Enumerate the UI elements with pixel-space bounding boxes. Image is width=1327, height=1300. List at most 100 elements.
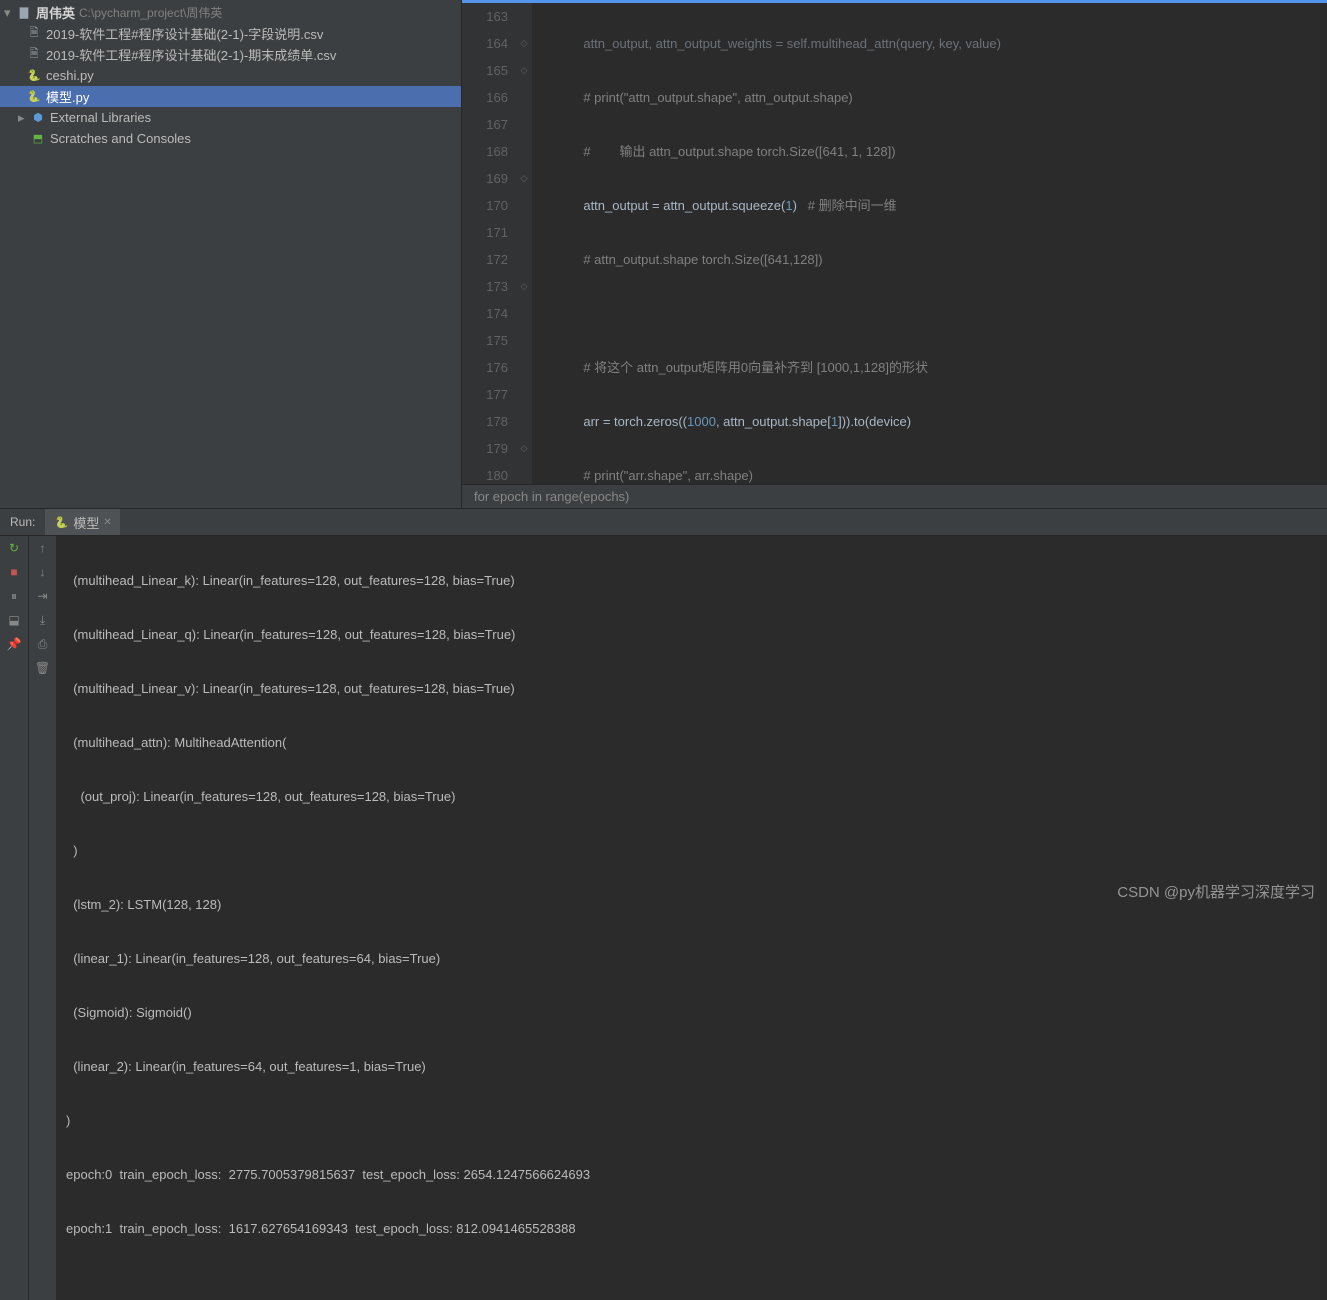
file-label: 2019-软件工程#程序设计基础(2-1)-期末成绩单.csv [46,45,336,64]
console-line: epoch:0 train_epoch_loss: 2775.700537981… [66,1161,1317,1188]
console-line: (Sigmoid): Sigmoid() [66,999,1317,1026]
python-icon: 🐍 [26,68,42,84]
tree-file[interactable]: 🐍 ceshi.py [0,65,461,86]
run-label: Run: [0,515,45,529]
line-no: 174 [470,300,508,327]
gutter[interactable]: 1631641651661671681691701711721731741751… [462,3,516,484]
code-line: # 将这个 attn_output矩阵用0向量补齐到 [1000,1,128]的… [540,354,1327,381]
tree-file[interactable]: 🗎2019-软件工程#程序设计基础(2-1)-期末成绩单.csv [0,44,461,65]
console-line: (multihead_Linear_k): Linear(in_features… [66,567,1317,594]
breadcrumb[interactable]: for epoch in range(epochs) [462,484,1327,508]
code-line: attn_output, attn_output_weights = self.… [540,30,1327,57]
editor: 1631641651661671681691701711721731741751… [462,0,1327,508]
line-no: 164 [470,30,508,57]
fold-marker[interactable]: ◇ [516,30,532,57]
line-no: 180 [470,462,508,484]
close-icon[interactable]: ✕ [103,517,111,528]
run-toolbar-2: ↑ ↓ ⇥ ⤓ ⎙ 🗑 [28,536,56,1300]
code-line: # print("attn_output.shape", attn_output… [540,84,1327,111]
fold-marker[interactable] [516,84,532,111]
console-line: (linear_2): Linear(in_features=64, out_f… [66,1053,1317,1080]
tree-file[interactable]: 🗎2019-软件工程#程序设计基础(2-1)-字段说明.csv [0,23,461,44]
console-line: (linear_1): Linear(in_features=128, out_… [66,945,1317,972]
code-line: # print("arr.shape", arr.shape) [540,462,1327,484]
fold-marker[interactable]: ◇ [516,273,532,300]
root-name: 周伟英 [36,3,75,22]
root-path: C:\pycharm_project\周伟英 [79,4,222,21]
line-no: 165 [470,57,508,84]
fold-marker[interactable] [516,3,532,30]
line-no: 179 [470,435,508,462]
run-toolbar-left: ↻ ■ ⏸ ⬓ 📌 [0,536,28,1300]
fold-marker[interactable] [516,327,532,354]
line-no: 172 [470,246,508,273]
code-line: attn_output = attn_output.squeeze(1) # 删… [540,192,1327,219]
console-line: (multihead_Linear_v): Linear(in_features… [66,675,1317,702]
run-tab[interactable]: 🐍 模型 ✕ [45,509,119,535]
print-button[interactable]: ⎙ [35,636,51,652]
line-no: 169 [470,165,508,192]
fold-marker[interactable]: ◇ [516,57,532,84]
tree-scratches[interactable]: ⬒Scratches and Consoles [0,128,461,149]
line-no: 176 [470,354,508,381]
fold-marker[interactable] [516,138,532,165]
line-no: 163 [470,3,508,30]
wrap-button[interactable]: ⇥ [35,588,51,604]
fold-marker[interactable] [516,246,532,273]
down-button[interactable]: ↓ [35,564,51,580]
fold-marker[interactable]: ◇ [516,435,532,462]
tab-label: 模型 [73,513,99,532]
line-no: 167 [470,111,508,138]
line-no: 173 [470,273,508,300]
tree-file-selected[interactable]: 🐍模型.py [0,86,461,107]
file-label: 模型.py [46,87,89,106]
fold-marker[interactable] [516,354,532,381]
pause-button[interactable]: ⏸ [6,588,22,604]
fold-marker[interactable] [516,381,532,408]
trash-button[interactable]: 🗑 [35,660,51,676]
rerun-button[interactable]: ↻ [6,540,22,556]
watermark: CSDN @py机器学习深度学习 [1117,881,1315,902]
scratch-label: Scratches and Consoles [50,131,191,146]
tree-external[interactable]: ▸⬢External Libraries [0,107,461,128]
fold-gutter[interactable]: ◇◇◇◇◇ [516,3,532,484]
run-panel: Run: 🐍 模型 ✕ ↻ ■ ⏸ ⬓ 📌 ↑ ↓ ⇥ ⤓ ⎙ 🗑 (multi… [0,508,1327,1300]
line-no: 166 [470,84,508,111]
file-icon: 🗎 [26,47,42,63]
fold-marker[interactable] [516,111,532,138]
project-tree[interactable]: ▾ ▇ 周伟英 C:\pycharm_project\周伟英 🗎2019-软件工… [0,0,462,508]
stop-button[interactable]: ■ [6,564,22,580]
chevron-down-icon: ▾ [4,5,12,21]
folder-icon: ▇ [16,5,32,21]
console-line: (out_proj): Linear(in_features=128, out_… [66,783,1317,810]
code-line: # 输出 attn_output.shape torch.Size([641, … [540,138,1327,165]
pin-button[interactable]: 📌 [6,636,22,652]
python-icon: 🐍 [26,89,42,105]
console-line: ) [66,837,1317,864]
code-line: # attn_output.shape torch.Size([641,128]… [540,246,1327,273]
console-output[interactable]: (multihead_Linear_k): Linear(in_features… [56,536,1327,1300]
fold-marker[interactable]: ◇ [516,165,532,192]
up-button[interactable]: ↑ [35,540,51,556]
file-label: 2019-软件工程#程序设计基础(2-1)-字段说明.csv [46,24,323,43]
line-no: 168 [470,138,508,165]
line-no: 177 [470,381,508,408]
fold-marker[interactable] [516,219,532,246]
scroll-button[interactable]: ⤓ [35,612,51,628]
fold-marker[interactable] [516,408,532,435]
file-icon: 🗎 [26,26,42,42]
console-line: (multihead_Linear_q): Linear(in_features… [66,621,1317,648]
fold-marker[interactable] [516,192,532,219]
external-label: External Libraries [50,110,151,125]
code-area[interactable]: attn_output, attn_output_weights = self.… [532,3,1327,484]
line-no: 171 [470,219,508,246]
code-line [540,300,1327,327]
console-line: ) [66,1107,1317,1134]
console-line: (multihead_attn): MultiheadAttention( [66,729,1317,756]
tree-root[interactable]: ▾ ▇ 周伟英 C:\pycharm_project\周伟英 [0,2,461,23]
layout-button[interactable]: ⬓ [6,612,22,628]
fold-marker[interactable] [516,300,532,327]
fold-marker[interactable] [516,462,532,484]
crumb-text: for epoch in range(epochs) [474,489,629,504]
file-label: ceshi.py [46,68,94,83]
